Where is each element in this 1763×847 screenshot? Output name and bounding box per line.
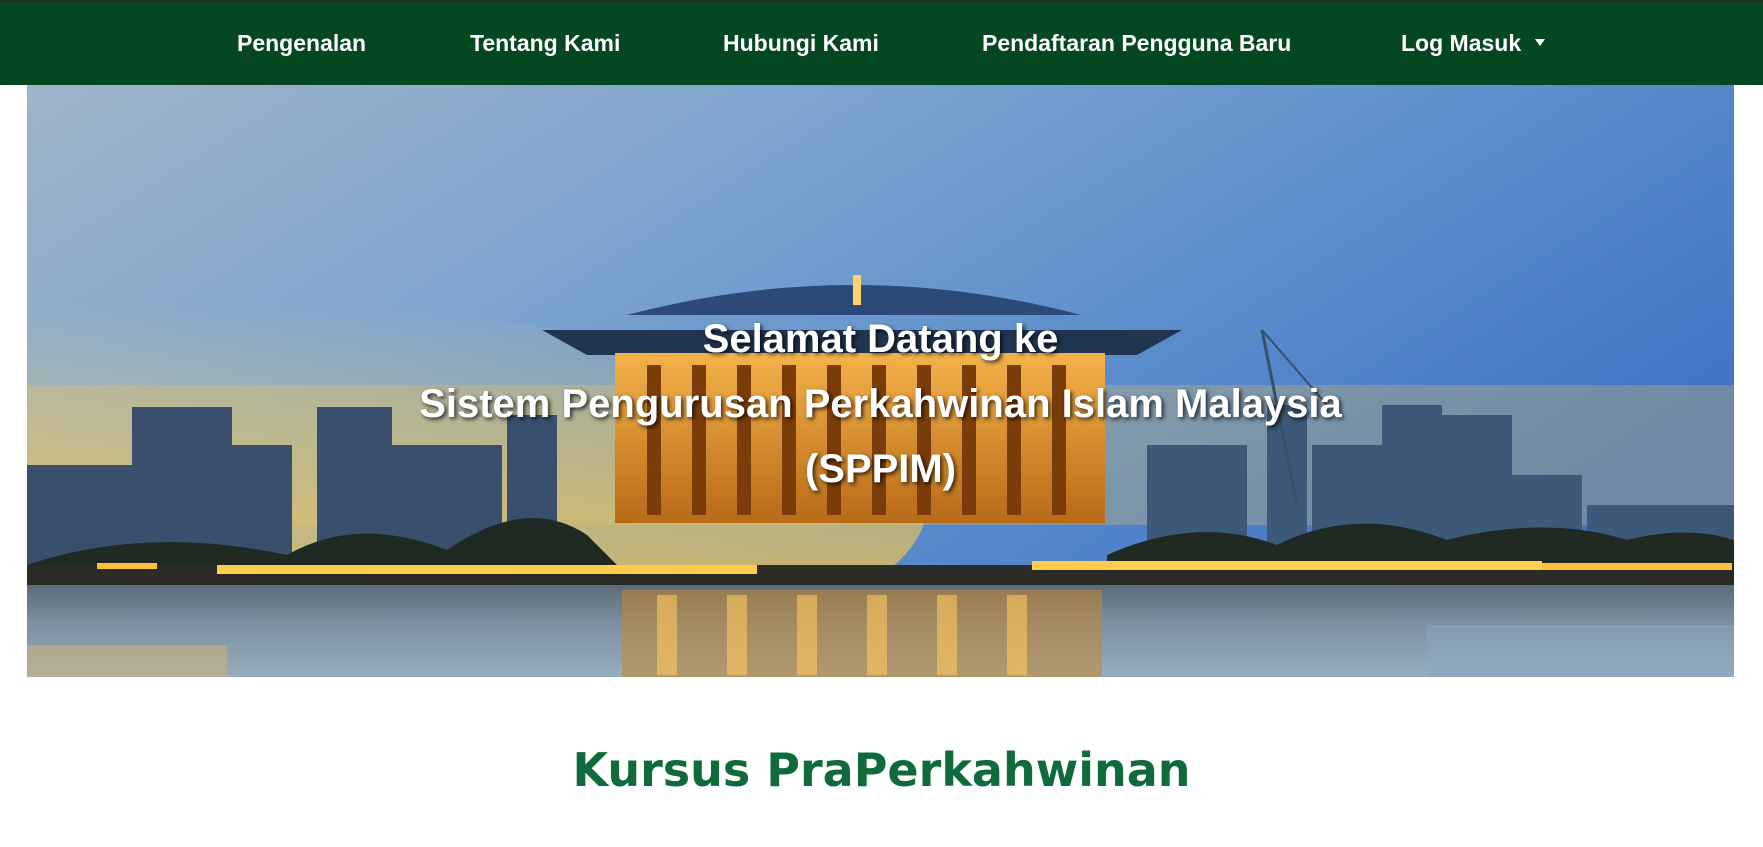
nav-item-pengenalan[interactable]: Pengenalan [237, 30, 366, 57]
hero-line-welcome: Selamat Datang ke [702, 317, 1059, 361]
nav-item-tentang-kami[interactable]: Tentang Kami [470, 30, 620, 57]
section-title: Kursus PraPerkahwinan [572, 743, 1191, 797]
hero-banner: Selamat Datang ke Sistem Pengurusan Perk… [27, 85, 1734, 677]
log-masuk-label: Log Masuk [1401, 30, 1522, 56]
caret-down-icon [1535, 39, 1546, 47]
nav-item-log-masuk[interactable]: Log Masuk [1401, 30, 1546, 57]
hero-line-acronym: (SPPIM) [804, 447, 957, 491]
top-navbar: Pengenalan Tentang Kami Hubungi Kami Pen… [0, 0, 1763, 85]
nav-item-hubungi-kami[interactable]: Hubungi Kami [723, 30, 879, 57]
hero-welcome-text: Selamat Datang ke Sistem Pengurusan Perk… [27, 307, 1734, 502]
hero-line-system-name: Sistem Pengurusan Perkahwinan Islam Mala… [419, 382, 1342, 426]
nav-item-pendaftaran-pengguna-baru[interactable]: Pendaftaran Pengguna Baru [982, 30, 1291, 57]
